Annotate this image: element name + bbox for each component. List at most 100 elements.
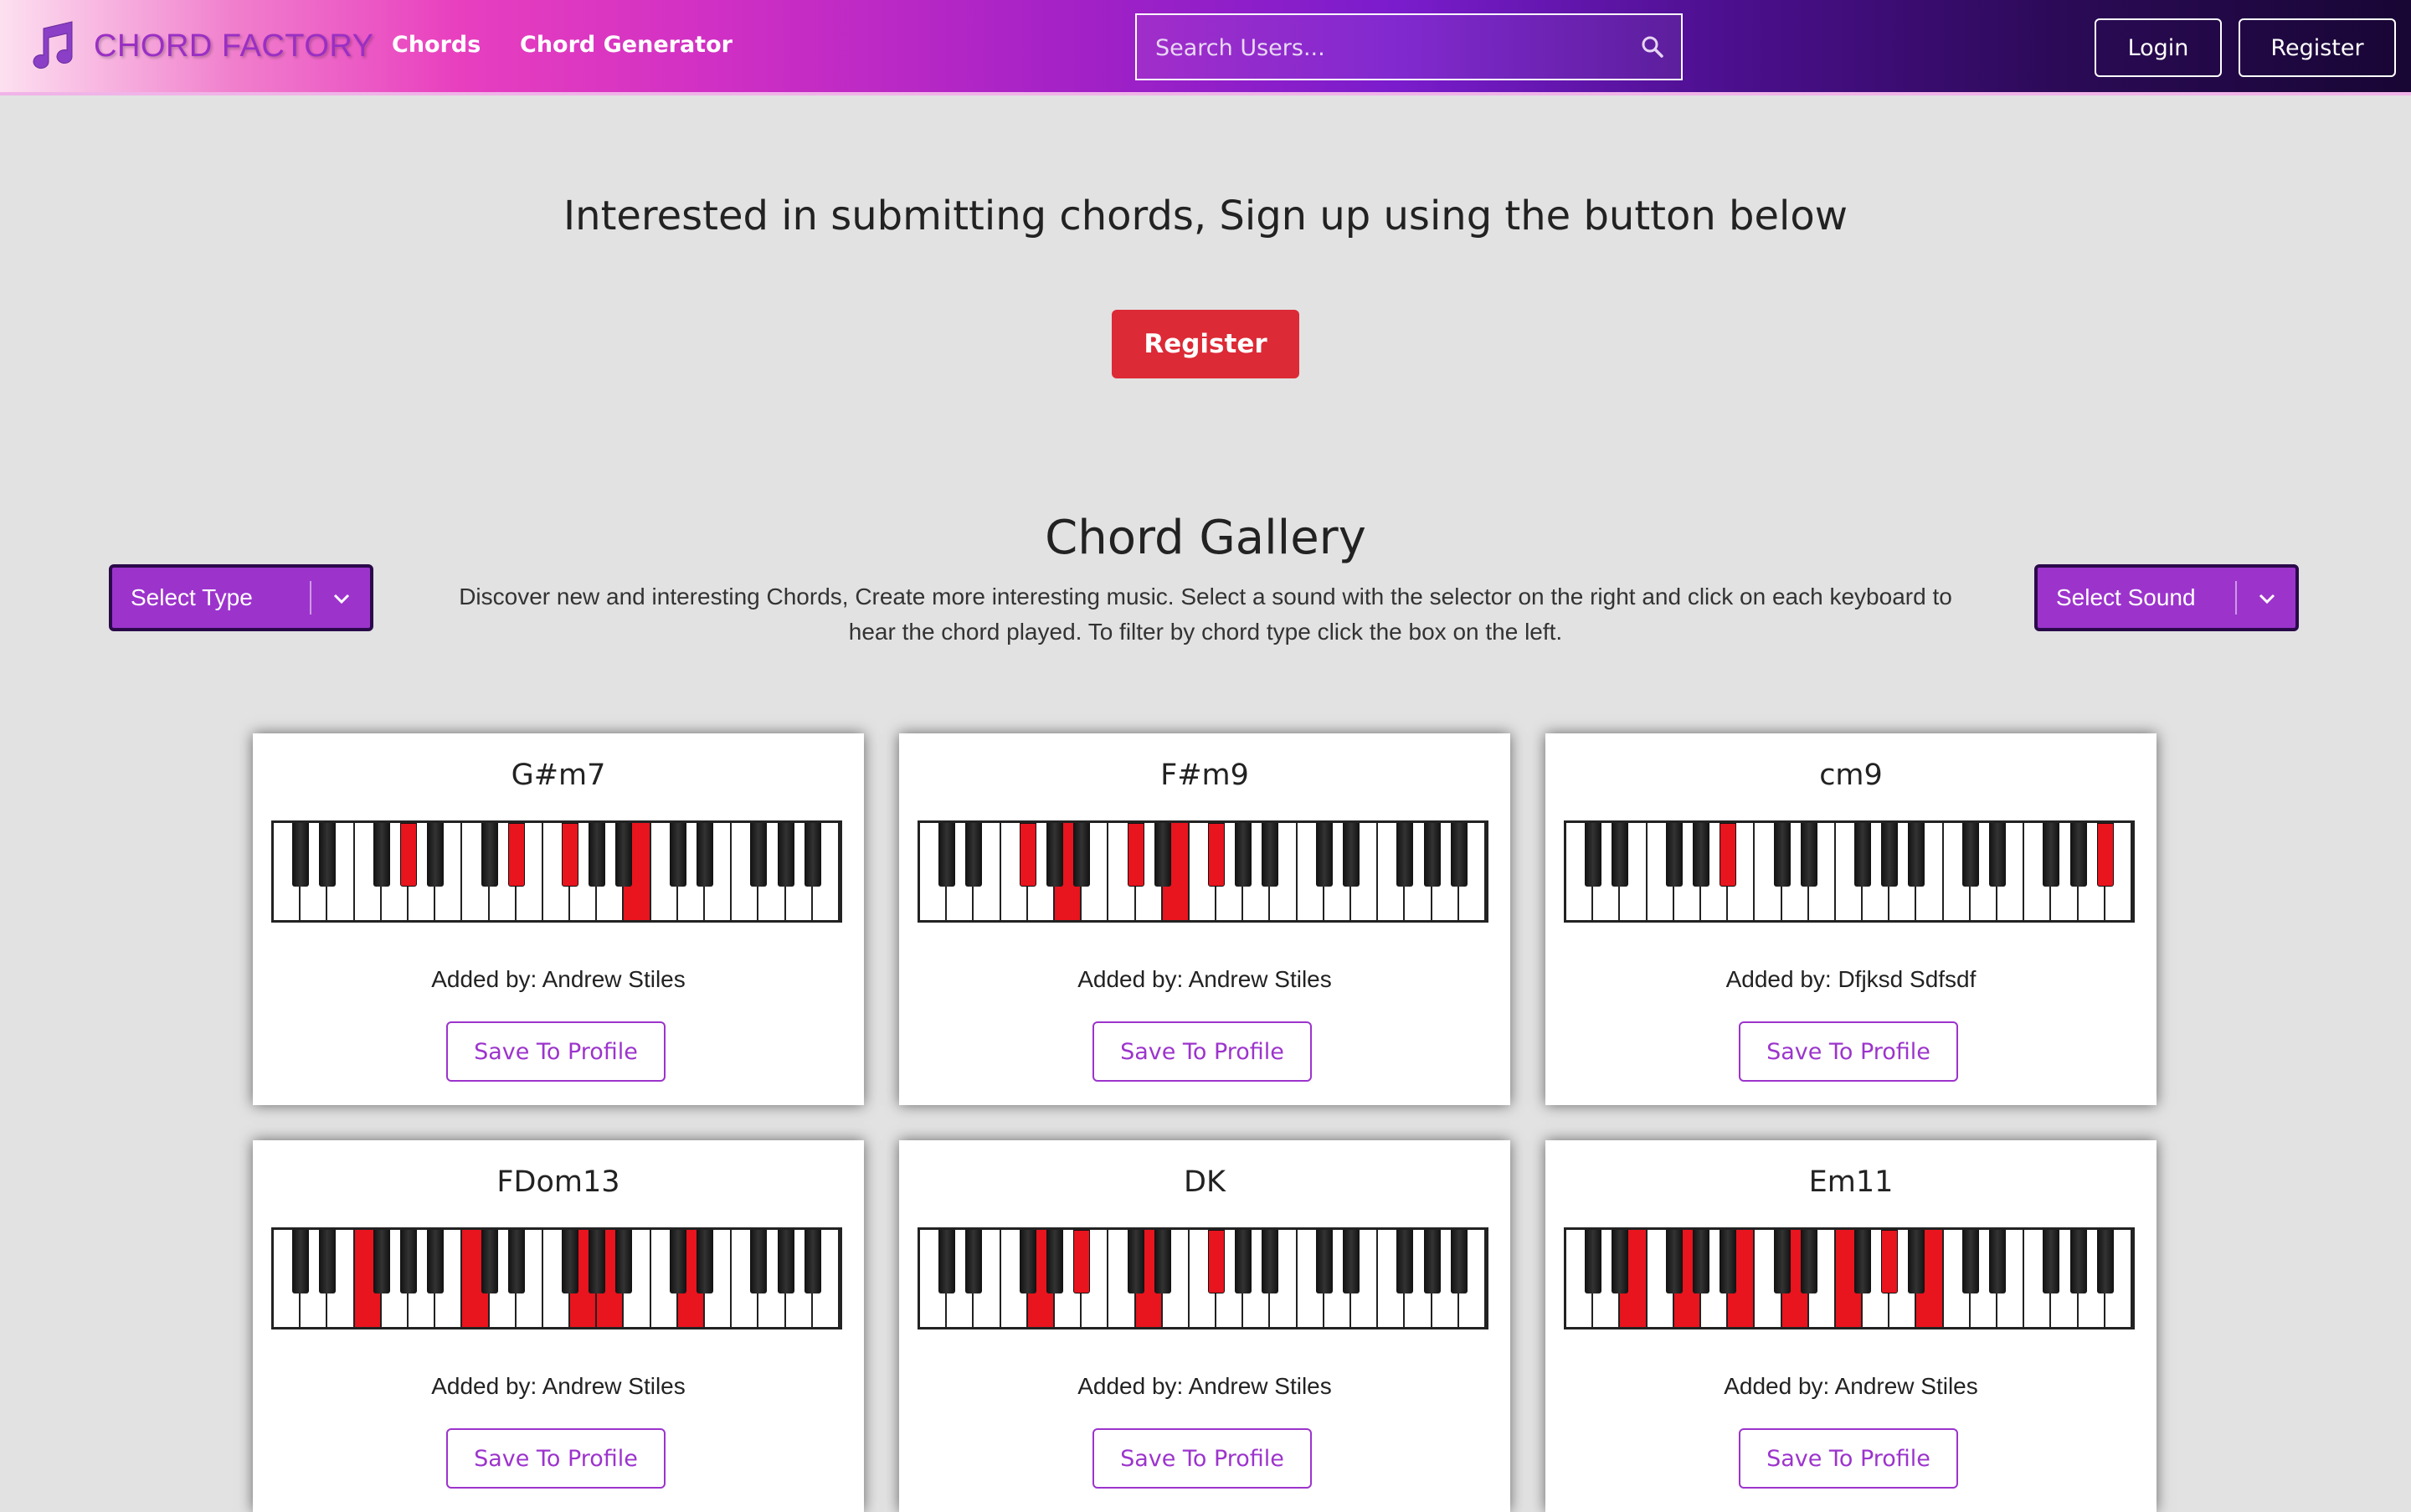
- black-key[interactable]: [777, 823, 794, 887]
- black-key[interactable]: [1127, 1230, 1144, 1293]
- black-key[interactable]: [1154, 1230, 1171, 1293]
- piano-keyboard[interactable]: [918, 1227, 1488, 1329]
- black-key[interactable]: [319, 1230, 337, 1293]
- black-key[interactable]: [1720, 823, 1737, 887]
- black-key[interactable]: [1127, 823, 1144, 887]
- black-key[interactable]: [1961, 823, 1979, 887]
- black-key[interactable]: [1665, 1230, 1683, 1293]
- black-key[interactable]: [1773, 823, 1791, 887]
- black-key[interactable]: [1450, 1230, 1468, 1293]
- black-key[interactable]: [292, 1230, 310, 1293]
- black-key[interactable]: [1908, 823, 1925, 887]
- black-key[interactable]: [1262, 823, 1279, 887]
- black-key[interactable]: [1396, 823, 1414, 887]
- black-key[interactable]: [292, 823, 310, 887]
- select-type-dropdown[interactable]: Select Type: [109, 564, 373, 631]
- black-key[interactable]: [804, 823, 821, 887]
- black-key[interactable]: [2069, 823, 2087, 887]
- black-key[interactable]: [669, 1230, 686, 1293]
- black-key[interactable]: [804, 1230, 821, 1293]
- black-key[interactable]: [669, 823, 686, 887]
- black-key[interactable]: [1208, 823, 1226, 887]
- piano-keyboard[interactable]: [1564, 820, 2135, 923]
- black-key[interactable]: [562, 1230, 579, 1293]
- brand-name[interactable]: CHORD FACTORY: [94, 28, 373, 64]
- save-to-profile-button[interactable]: Save To Profile: [446, 1428, 666, 1489]
- black-key[interactable]: [1908, 1230, 1925, 1293]
- black-key[interactable]: [1396, 1230, 1414, 1293]
- save-to-profile-button[interactable]: Save To Profile: [446, 1021, 666, 1082]
- black-key[interactable]: [1720, 1230, 1737, 1293]
- black-key[interactable]: [1585, 823, 1602, 887]
- black-key[interactable]: [615, 1230, 633, 1293]
- save-to-profile-button[interactable]: Save To Profile: [1092, 1428, 1312, 1489]
- black-key[interactable]: [1881, 823, 1899, 887]
- black-key[interactable]: [1154, 823, 1171, 887]
- hero-register-button[interactable]: Register: [1112, 310, 1299, 378]
- black-key[interactable]: [1854, 823, 1872, 887]
- piano-keyboard[interactable]: [918, 820, 1488, 923]
- black-key[interactable]: [589, 1230, 606, 1293]
- black-key[interactable]: [1208, 1230, 1226, 1293]
- black-key[interactable]: [1423, 1230, 1441, 1293]
- black-key[interactable]: [1235, 1230, 1252, 1293]
- piano-keyboard[interactable]: [271, 1227, 842, 1329]
- black-key[interactable]: [1450, 823, 1468, 887]
- black-key[interactable]: [1019, 1230, 1036, 1293]
- black-key[interactable]: [399, 1230, 417, 1293]
- black-key[interactable]: [1315, 1230, 1333, 1293]
- black-key[interactable]: [481, 1230, 498, 1293]
- black-key[interactable]: [319, 823, 337, 887]
- black-key[interactable]: [427, 1230, 445, 1293]
- black-key[interactable]: [1343, 1230, 1360, 1293]
- black-key[interactable]: [1692, 1230, 1709, 1293]
- black-key[interactable]: [1989, 1230, 2007, 1293]
- black-key[interactable]: [1989, 823, 2007, 887]
- black-key[interactable]: [965, 823, 983, 887]
- save-to-profile-button[interactable]: Save To Profile: [1092, 1021, 1312, 1082]
- register-button[interactable]: Register: [2239, 18, 2396, 77]
- black-key[interactable]: [1585, 1230, 1602, 1293]
- black-key[interactable]: [507, 823, 525, 887]
- black-key[interactable]: [1854, 1230, 1872, 1293]
- piano-keyboard[interactable]: [1564, 1227, 2135, 1329]
- black-key[interactable]: [2069, 1230, 2087, 1293]
- black-key[interactable]: [697, 1230, 714, 1293]
- piano-keyboard[interactable]: [271, 820, 842, 923]
- black-key[interactable]: [1262, 1230, 1279, 1293]
- black-key[interactable]: [1800, 1230, 1817, 1293]
- black-key[interactable]: [1073, 1230, 1091, 1293]
- black-key[interactable]: [615, 823, 633, 887]
- black-key[interactable]: [589, 823, 606, 887]
- music-note-icon[interactable]: [25, 20, 79, 74]
- black-key[interactable]: [2043, 1230, 2060, 1293]
- black-key[interactable]: [1961, 1230, 1979, 1293]
- black-key[interactable]: [427, 823, 445, 887]
- search-input[interactable]: [1154, 15, 1626, 80]
- black-key[interactable]: [373, 1230, 390, 1293]
- black-key[interactable]: [777, 1230, 794, 1293]
- black-key[interactable]: [1315, 823, 1333, 887]
- black-key[interactable]: [507, 1230, 525, 1293]
- select-sound-dropdown[interactable]: Select Sound: [2034, 564, 2299, 631]
- black-key[interactable]: [1073, 823, 1091, 887]
- black-key[interactable]: [1881, 1230, 1899, 1293]
- black-key[interactable]: [1423, 823, 1441, 887]
- black-key[interactable]: [1046, 1230, 1063, 1293]
- black-key[interactable]: [562, 823, 579, 887]
- black-key[interactable]: [1800, 823, 1817, 887]
- nav-chords[interactable]: Chords: [392, 32, 481, 58]
- black-key[interactable]: [1235, 823, 1252, 887]
- save-to-profile-button[interactable]: Save To Profile: [1739, 1428, 1958, 1489]
- login-button[interactable]: Login: [2095, 18, 2222, 77]
- black-key[interactable]: [2096, 823, 2114, 887]
- black-key[interactable]: [1612, 1230, 1629, 1293]
- black-key[interactable]: [697, 823, 714, 887]
- black-key[interactable]: [1612, 823, 1629, 887]
- black-key[interactable]: [481, 823, 498, 887]
- black-key[interactable]: [399, 823, 417, 887]
- black-key[interactable]: [1343, 823, 1360, 887]
- nav-chord-generator[interactable]: Chord Generator: [520, 32, 733, 58]
- black-key[interactable]: [373, 823, 390, 887]
- black-key[interactable]: [1692, 823, 1709, 887]
